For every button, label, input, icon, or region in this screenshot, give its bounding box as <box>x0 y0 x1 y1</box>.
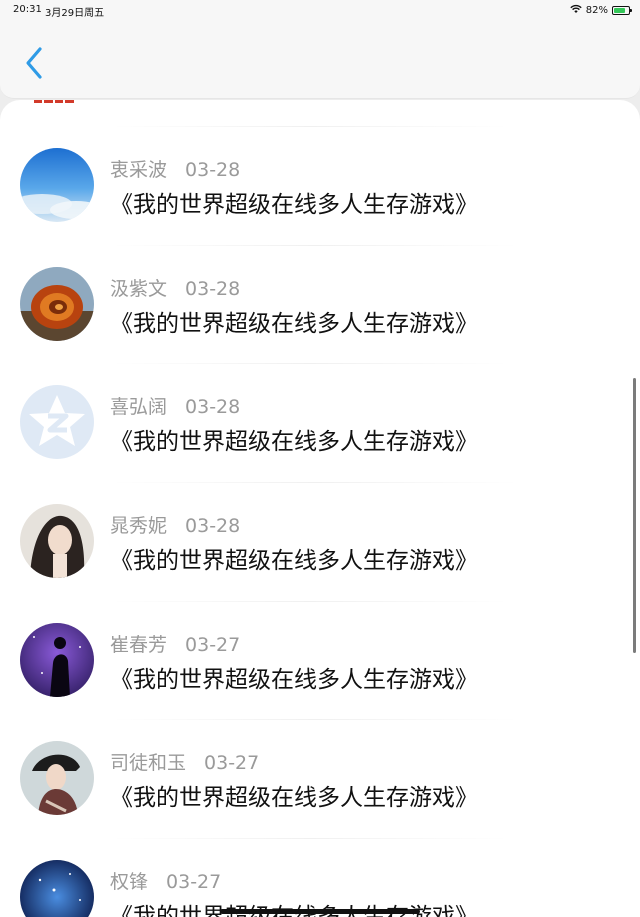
comment-text: 《我的世界超级在线多人生存游戏》 <box>110 192 478 218</box>
comment-item[interactable]: 权锋 03-27 《我的世界超级在线多人生存游戏》 <box>0 812 640 917</box>
comment-date: 03-27 <box>185 633 241 656</box>
avatar[interactable] <box>20 741 94 816</box>
chevron-left-icon <box>26 47 42 79</box>
scrollbar[interactable] <box>633 378 636 653</box>
comment-date: 03-27 <box>204 752 260 775</box>
comment-item[interactable]: 司徒和玉 03-27 《我的世界超级在线多人生存游戏》 <box>0 693 640 816</box>
username[interactable]: 衷采波 <box>110 159 167 181</box>
comment-meta: 汲紫文 03-28 <box>110 274 240 301</box>
avatar[interactable] <box>20 622 94 697</box>
wifi-icon <box>570 4 582 17</box>
avatar[interactable] <box>20 860 94 917</box>
comment-text: 《我的世界超级在线多人生存游戏》 <box>110 785 478 812</box>
back-button[interactable] <box>22 45 46 81</box>
comment-meta: 衷采波 03-28 <box>110 155 240 182</box>
comment-text: 《我的世界超级在线多人生存游戏》 <box>110 666 478 693</box>
status-indicators: 82% <box>570 4 632 17</box>
comment-meta: 权锋 03-27 <box>110 867 221 894</box>
comment-list[interactable]: 衷采波 03-28 《我的世界超级在线多人生存游戏》 汲紫文 03-28 《我的世界… <box>0 100 640 917</box>
home-indicator[interactable] <box>220 909 420 914</box>
comment-meta: 喜弘阔 03-28 <box>110 392 240 419</box>
status-time: 20:31 <box>13 4 42 15</box>
comment-date: 03-28 <box>185 159 241 181</box>
comment-item[interactable]: 衷采波 03-28 《我的世界超级在线多人生存游戏》 <box>0 100 640 222</box>
comment-item[interactable]: 崔春芳 03-27 《我的世界超级在线多人生存游戏》 <box>0 575 640 697</box>
nav-header <box>0 20 640 99</box>
comment-item[interactable]: 喜弘阔 03-28 《我的世界超级在线多人生存游戏》 <box>0 337 640 460</box>
username[interactable]: 权锋 <box>110 871 148 893</box>
battery-icon <box>612 6 632 15</box>
battery-percent: 82% <box>585 5 608 16</box>
avatar[interactable] <box>20 266 94 341</box>
status-bar: 20:31 3月29日周五 82% <box>0 0 640 20</box>
comment-text: 《我的世界超级在线多人生存游戏》 <box>110 429 478 456</box>
username[interactable]: 晁秀妮 <box>110 515 167 537</box>
battery-level <box>614 8 626 13</box>
status-date: 3月29日周五 <box>45 8 105 19</box>
avatar[interactable] <box>20 385 94 460</box>
comment-text: 《我的世界超级在线多人生存游戏》 <box>110 310 478 337</box>
comment-date: 03-28 <box>185 515 241 537</box>
comment-date: 03-28 <box>185 277 241 300</box>
comment-meta: 司徒和玉 03-27 <box>110 748 259 775</box>
comment-item[interactable]: 晁秀妮 03-28 《我的世界超级在线多人生存游戏》 <box>0 456 640 578</box>
comment-date: 03-27 <box>166 871 222 894</box>
comment-item[interactable]: 汲紫文 03-28 《我的世界超级在线多人生存游戏》 <box>0 219 640 341</box>
avatar[interactable] <box>20 148 94 222</box>
comment-meta: 崔春芳 03-27 <box>110 630 240 657</box>
comment-meta: 晁秀妮 03-28 <box>110 511 240 538</box>
username[interactable]: 汲紫文 <box>110 278 167 300</box>
avatar[interactable] <box>20 504 94 578</box>
comment-text: 《我的世界超级在线多人生存游戏》 <box>110 897 478 917</box>
username[interactable]: 喜弘阔 <box>110 396 167 418</box>
comment-text: 《我的世界超级在线多人生存游戏》 <box>110 548 478 574</box>
username[interactable]: 崔春芳 <box>110 634 167 656</box>
comment-date: 03-28 <box>185 396 241 419</box>
username[interactable]: 司徒和玉 <box>110 752 186 774</box>
